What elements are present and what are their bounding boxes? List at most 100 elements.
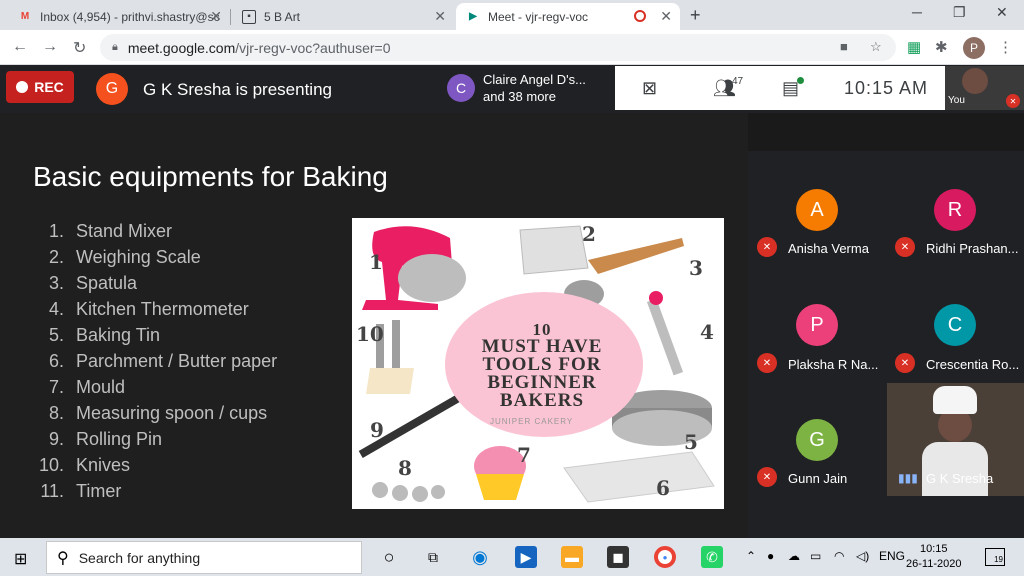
chat-sender: Claire Angel D's... [483, 72, 586, 87]
close-icon[interactable]: ✕ [210, 8, 222, 25]
file-explorer-icon[interactable]: ▬ [561, 546, 583, 568]
tab-title: Meet - vjr-regv-voc [488, 9, 589, 24]
lock-icon: 🔒︎ [112, 41, 118, 53]
poster-number: 3 [689, 256, 703, 280]
thermometer-illustration [646, 291, 684, 376]
close-icon[interactable]: ✕ [434, 8, 446, 25]
poster-number: 10 [356, 322, 384, 346]
tab-meet[interactable]: ▶ Meet - vjr-regv-voc ✕ [456, 3, 680, 30]
tab-divider [230, 9, 231, 25]
mic-off-icon: ✕ [1006, 94, 1020, 108]
tab-title: Inbox (4,954) - prithvi.shastry@sc [40, 9, 220, 24]
mic-off-icon: ✕ [757, 467, 777, 487]
presenter-status: G K Sresha is presenting [143, 80, 332, 99]
task-view-icon[interactable]: ⧉ [422, 546, 444, 568]
meeting-time: 10:15 AM [844, 78, 929, 98]
address-bar: ← → ↻ 🔒︎ meet.google.com/vjr-regv-voc?au… [0, 30, 1024, 65]
microphone-icon[interactable]: ● [767, 549, 774, 563]
taskbar-clock[interactable]: 10:15 26-11-2020 [906, 542, 961, 572]
tab-gmail[interactable]: M Inbox (4,954) - prithvi.shastry@sc ✕ [8, 3, 231, 30]
edge-icon[interactable]: ◉ [469, 546, 491, 568]
minimize-icon[interactable]: ─ [912, 4, 922, 20]
notifications-icon[interactable]: 19 [985, 548, 1005, 566]
sidebar-top-band [748, 113, 1024, 151]
windows-taskbar: ⊞ ⚲ Search for anything ○ ⧉ ◉ ▶ ▬ ◼ ● ✆ … [0, 538, 1024, 576]
poster-number: 5 [684, 430, 698, 454]
browser-tab-bar: M Inbox (4,954) - prithvi.shastry@sc ✕ ▪… [0, 0, 1024, 30]
profile-avatar[interactable]: P [963, 37, 985, 59]
slide-title: Basic equipments for Baking [33, 161, 388, 192]
participant-name: Gunn Jain [788, 471, 848, 486]
speaking-indicator-icon: ▮▮▮ [898, 471, 918, 485]
media-player-icon[interactable]: ▶ [515, 546, 537, 568]
url-text: meet.google.com/vjr-regv-voc?authuser=0 [127, 39, 391, 56]
gmail-icon: M [20, 11, 30, 22]
close-window-icon[interactable]: ✕ [996, 4, 1008, 21]
participant-avatar: G [796, 419, 838, 461]
rec-label: REC [34, 79, 64, 95]
tray-overflow-icon[interactable]: ⌃ [746, 549, 756, 563]
extensions-icon[interactable]: ✱ [935, 38, 948, 56]
list-item: 6. Parchment / Butter paper [48, 351, 278, 371]
participant-video-body [922, 442, 988, 496]
poster-number: 7 [517, 443, 531, 467]
participant-name: G K Sresha [926, 471, 994, 486]
star-icon[interactable]: ☆ [870, 39, 882, 55]
store-icon[interactable]: ◼ [607, 546, 629, 568]
list-item: 10. Knives [38, 455, 131, 475]
sheets-extension-icon[interactable]: ▦ [907, 38, 921, 56]
list-item: 2. Weighing Scale [48, 247, 201, 267]
list-item: 9. Rolling Pin [48, 429, 163, 449]
poster-number: 4 [700, 320, 714, 344]
mic-off-icon: ✕ [895, 353, 915, 373]
new-tab-button[interactable]: + [690, 5, 701, 26]
chef-hat [933, 386, 977, 414]
list-item: 8. Measuring spoon / cups [48, 403, 268, 423]
layout-icon[interactable]: ⊠ [642, 78, 657, 99]
camera-icon[interactable]: ■ [840, 39, 848, 54]
windows-start-icon[interactable]: ⊞ [14, 549, 27, 569]
weighing-scale-illustration [519, 225, 589, 275]
chrome-icon[interactable]: ● [654, 546, 676, 568]
cortana-icon[interactable]: ○ [378, 546, 400, 568]
menu-icon[interactable]: ⋮ [998, 38, 1013, 56]
list-item: 1. Stand Mixer [48, 221, 173, 241]
onedrive-icon[interactable]: ☁ [788, 549, 800, 563]
recording-badge: REC [6, 71, 74, 103]
whatsapp-icon[interactable]: ✆ [701, 546, 723, 568]
participant-avatar: P [796, 304, 838, 346]
mic-off-icon: ✕ [757, 237, 777, 257]
poster-number: 8 [398, 456, 412, 480]
poster-number: 1 [369, 250, 383, 274]
forward-icon[interactable]: → [42, 38, 58, 56]
list-item: 4. Kitchen Thermometer [48, 299, 249, 319]
participant-name: Plaksha R Na... [788, 357, 879, 372]
mic-off-icon: ✕ [757, 353, 777, 373]
participant-count: 47 [732, 76, 744, 87]
url-field[interactable]: 🔒︎ meet.google.com/vjr-regv-voc?authuser… [100, 34, 896, 61]
search-placeholder: Search for anything [78, 549, 201, 566]
self-label: You [948, 95, 965, 106]
language-indicator[interactable]: ENG [879, 549, 905, 563]
taskbar-search-input[interactable]: ⚲ Search for anything [46, 541, 362, 574]
battery-icon[interactable]: ▭ [810, 549, 821, 563]
reload-icon[interactable]: ↻ [73, 38, 86, 58]
tab-5b-art[interactable]: ▪ 5 B Art ✕ [232, 3, 454, 30]
poster-number: 9 [370, 418, 384, 442]
back-icon[interactable]: ← [12, 38, 28, 56]
measuring-spoons-illustration [372, 482, 445, 502]
chat-more: and 38 more [483, 89, 556, 104]
chat-unread-dot [797, 77, 804, 84]
poster-caption: JUNIPER CAKERY [490, 417, 574, 426]
volume-icon[interactable]: ◁) [856, 549, 869, 563]
mic-off-icon: ✕ [895, 237, 915, 257]
recording-indicator-icon [634, 10, 646, 22]
list-item: 3. Spatula [48, 273, 138, 293]
search-icon: ⚲ [57, 549, 69, 567]
wifi-icon[interactable]: ◠ [834, 549, 844, 563]
tab-title: 5 B Art [264, 9, 301, 24]
restore-icon[interactable]: ❐ [953, 4, 966, 21]
meet-icon: ▶ [469, 11, 477, 22]
close-icon[interactable]: ✕ [660, 8, 672, 25]
clock-date: 26-11-2020 [906, 558, 962, 570]
